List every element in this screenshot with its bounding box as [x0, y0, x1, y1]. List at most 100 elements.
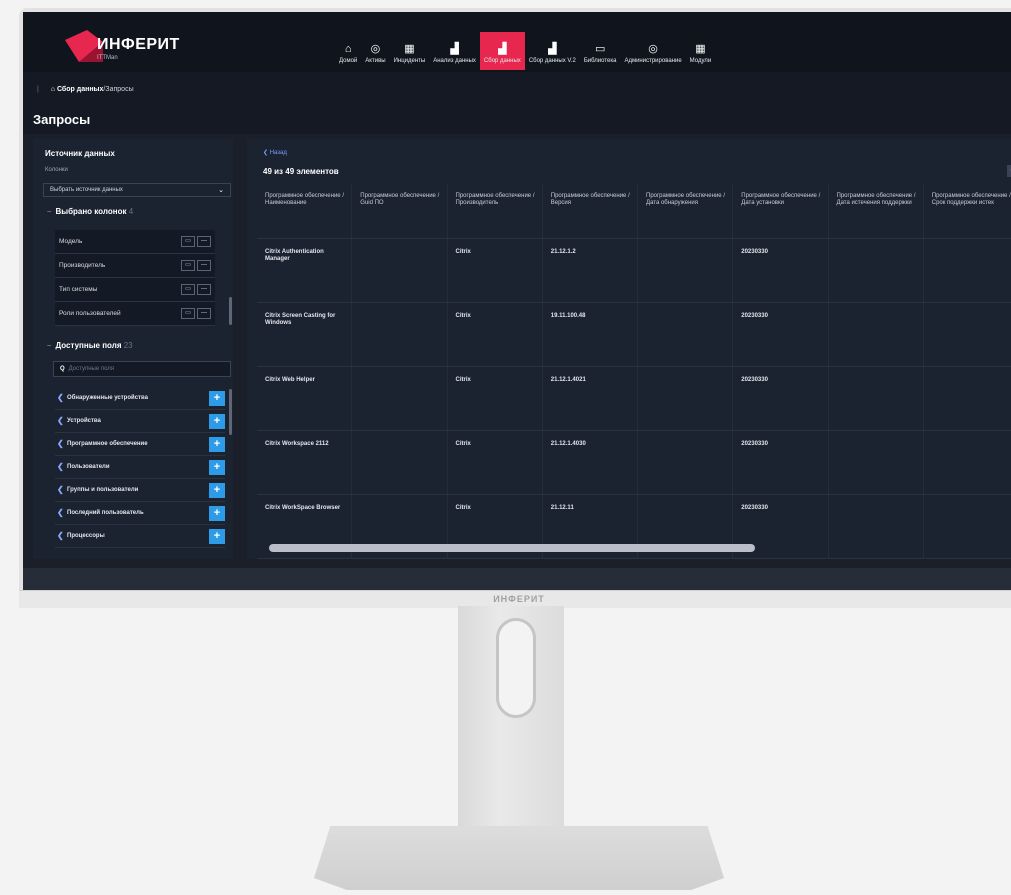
add-field-button[interactable]: + [209, 460, 225, 475]
collapse-icon: – [47, 207, 52, 216]
selected-columns-header[interactable]: – Выбрано колонок 4 [47, 207, 133, 216]
selected-column-label: Производитель [59, 262, 106, 269]
chevron-left-icon: ❮ [57, 416, 64, 425]
add-field-button[interactable]: + [209, 506, 225, 521]
available-field-row[interactable]: ❮ Программное обеспечение + [55, 433, 225, 456]
back-label: Назад [269, 150, 287, 156]
table-cell: 21.12.1.4021 [543, 367, 638, 430]
table-row[interactable]: Citrix Authentication Manager Citrix 21.12… [257, 239, 1011, 303]
available-fields-header[interactable]: – Доступные поля 23 [47, 341, 133, 350]
available-field-row[interactable]: ❮ Устройства + [55, 410, 225, 433]
table-cell: 20230330 [733, 239, 829, 302]
brand-sub: ITTMan [97, 55, 118, 61]
home-icon[interactable]: ⌂ [51, 86, 55, 93]
add-field-button[interactable]: + [209, 529, 225, 544]
grid-icon: ▦ [695, 43, 706, 55]
column-header[interactable]: Программное обеспечение / Срок поддержки… [924, 185, 1011, 238]
nav-item-6[interactable]: ▟ Сбор данных V.2 [525, 32, 580, 70]
nav-item-7[interactable]: ▭ Библиотека [580, 32, 621, 70]
columns-scrollbar[interactable] [229, 297, 232, 325]
nav-item-9[interactable]: ▦ Модули [686, 32, 716, 70]
table-row[interactable]: Citrix Screen Casting for Windows Citrix 1… [257, 303, 1011, 367]
nav-item-4[interactable]: ▟ Анализ данных [429, 32, 480, 70]
table-row[interactable]: Citrix Workspace 2112 Citrix 21.12.1.4030 2… [257, 431, 1011, 495]
available-field-label: Устройства [67, 418, 101, 424]
fields-search-input[interactable]: Q Доступные поля [53, 361, 231, 377]
bar-chart-icon: ▟ [498, 43, 507, 55]
nav-item-label: Модули [689, 58, 712, 64]
add-field-button[interactable]: + [209, 391, 225, 406]
horizontal-scrollbar-thumb[interactable] [269, 544, 755, 552]
available-field-row[interactable]: ❮ Последний пользователь + [55, 502, 225, 525]
table-cell [352, 367, 448, 430]
remove-icon[interactable]: — [197, 308, 211, 319]
remove-icon[interactable]: — [197, 260, 211, 271]
data-source-panel: Источник данных Колонки Выбрать источник… [33, 139, 233, 559]
add-field-button[interactable]: + [209, 483, 225, 498]
nav-item-5[interactable]: ▟ Сбор данных [479, 32, 525, 70]
filter-icon[interactable]: ▭ [181, 260, 195, 271]
nav-item-label: Домой [339, 58, 358, 64]
column-header[interactable]: Программное обеспечение / Дата истечения… [829, 185, 924, 238]
available-field-row[interactable]: ❮ Группы и пользователи + [55, 479, 225, 502]
available-field-label: Пользователи [67, 464, 110, 470]
selected-column-row[interactable]: Тип системы ▭ — [55, 278, 215, 302]
breadcrumb-divider: | [37, 86, 39, 93]
back-link[interactable]: ❮ Назад [263, 149, 287, 156]
filter-icon[interactable]: ▭ [181, 284, 195, 295]
query-results-panel: ❮ Назад 49 из 49 элементов ⚙ Программное… [247, 139, 1011, 559]
table-cell: 21.12.1.2 [543, 239, 638, 302]
available-field-row[interactable]: ❮ Процессоры + [55, 525, 225, 548]
add-field-button[interactable]: + [209, 414, 225, 429]
chevron-left-icon: ❮ [57, 531, 64, 540]
nav-item-label: Сбор данных V.2 [528, 58, 576, 64]
main-nav: ⌂ Домой ◎ Активы ▦ Инциденты ▟ Анализ данных ▟ Сб… [335, 32, 715, 70]
selected-column-row[interactable]: Производитель ▭ — [55, 254, 215, 278]
remove-icon[interactable]: — [197, 236, 211, 247]
filter-icon[interactable]: ▭ [181, 308, 195, 319]
column-header[interactable]: Программное обеспечение / Наименование [257, 185, 353, 238]
column-header[interactable]: Программное обеспечение / Дата обнаружен… [638, 185, 734, 238]
breadcrumb: | ⌂ Сбор данных/Запросы [23, 72, 1011, 108]
selected-columns-title: Выбрано колонок [55, 207, 127, 216]
horizontal-scrollbar[interactable] [269, 544, 1011, 552]
search-placeholder: Доступные поля [68, 366, 115, 372]
table-cell [829, 431, 924, 494]
collapse-icon: – [47, 341, 52, 350]
table-cell [638, 367, 734, 430]
fields-scrollbar[interactable] [229, 389, 232, 435]
page-title: Запросы [23, 108, 1011, 134]
column-header[interactable]: Программное обеспечение / Производитель [448, 185, 543, 238]
selected-column-row[interactable]: Модель ▭ — [55, 230, 215, 254]
nav-item-8[interactable]: ◎ Администрирование [620, 32, 685, 70]
table-cell [829, 303, 924, 366]
chevron-down-icon: ⌄ [218, 187, 224, 194]
table-cell: Citrix [448, 367, 543, 430]
table-cell [352, 431, 448, 494]
add-field-button[interactable]: + [209, 437, 225, 452]
remove-icon[interactable]: — [197, 284, 211, 295]
filter-icon[interactable]: ▭ [181, 236, 195, 247]
table-cell: Citrix Authentication Manager [257, 239, 353, 302]
column-header[interactable]: Программное обеспечение / Версия [543, 185, 638, 238]
selected-column-label: Тип системы [59, 286, 98, 293]
table-settings-button[interactable]: ⚙ [1007, 165, 1011, 177]
nav-item-1[interactable]: ⌂ Домой [335, 32, 361, 70]
nav-item-label: Инциденты [393, 58, 426, 64]
column-header[interactable]: Программное обеспечение / Guid ПО [352, 185, 448, 238]
available-field-row[interactable]: ❮ Пользователи + [55, 456, 225, 479]
assets-icon: ◎ [370, 43, 381, 55]
column-actions: ▭ — [181, 260, 211, 271]
nav-item-label: Библиотека [583, 58, 617, 64]
nav-item-3[interactable]: ▦ Инциденты [390, 32, 430, 70]
table-row[interactable]: Citrix Web Helper Citrix 21.12.1.4021 20230… [257, 367, 1011, 431]
available-field-row[interactable]: ❮ Обнаруженные устройства + [55, 387, 225, 410]
selected-column-row[interactable]: Роли пользователей ▭ — [55, 302, 215, 326]
column-header[interactable]: Программное обеспечение / Дата установки [733, 185, 829, 238]
breadcrumb-home[interactable]: Сбор данных [57, 86, 103, 93]
table-cell: Citrix [448, 303, 543, 366]
settings-icon: ◎ [648, 43, 658, 55]
nav-item-2[interactable]: ◎ Активы [361, 32, 389, 70]
data-source-select[interactable]: Выбрать источник данных ⌄ [43, 183, 231, 197]
selected-columns-list: Модель ▭ — Производитель ▭ — Тип системы ▭ — Роли… [55, 230, 215, 326]
